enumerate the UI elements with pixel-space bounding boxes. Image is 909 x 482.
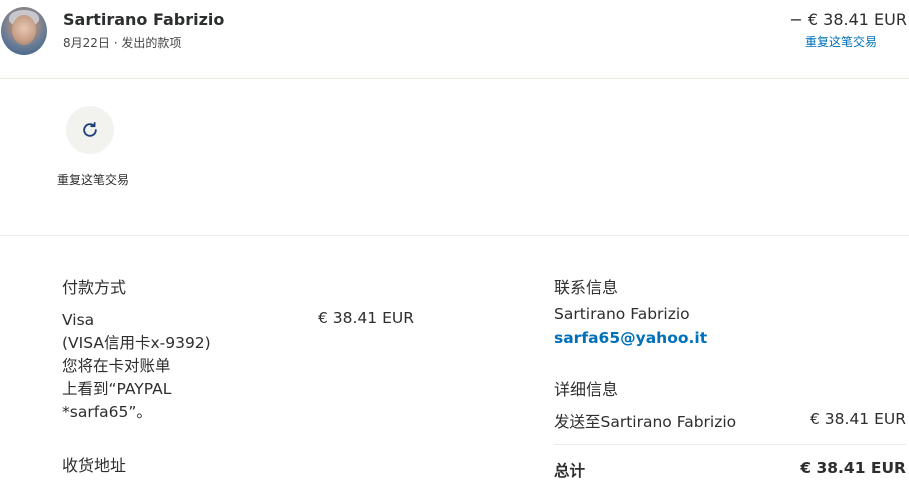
- payment-method-heading: 付款方式: [62, 278, 127, 297]
- total-amount: € 38.41 EUR: [800, 459, 906, 477]
- payment-line: *sarfa65”。: [62, 403, 152, 421]
- payment-amount: € 38.41 EUR: [318, 309, 414, 327]
- contact-email-link[interactable]: sarfa65@yahoo.it: [554, 329, 707, 347]
- repeat-transaction-link[interactable]: 重复这笔交易: [805, 33, 877, 50]
- payment-line: 上看到“PAYPAL: [62, 380, 172, 398]
- avatar-face: [12, 15, 36, 45]
- details-divider: [554, 444, 906, 445]
- payment-line: (VISA信用卡x-9392): [62, 334, 211, 352]
- contact-name: Sartirano Fabrizio: [554, 305, 690, 323]
- transaction-detail-page: Sartirano Fabrizio 8月22日 · 发出的款项 − € 38.…: [0, 0, 909, 482]
- payment-method-details: Visa (VISA信用卡x-9392) 您将在卡对账单 上看到“PAYPAL …: [62, 309, 242, 424]
- contact-info-heading: 联系信息: [554, 278, 619, 297]
- payee-name: Sartirano Fabrizio: [63, 10, 225, 29]
- transaction-amount: − € 38.41 EUR: [789, 10, 907, 29]
- total-label: 总计: [554, 462, 586, 480]
- repeat-transaction-button[interactable]: [66, 106, 114, 154]
- avatar: [1, 7, 47, 55]
- refresh-icon: [83, 122, 97, 137]
- header-divider: [0, 78, 909, 79]
- repeat-transaction-caption: 重复这笔交易: [56, 173, 129, 187]
- details-heading: 详细信息: [554, 380, 619, 399]
- payment-line: 您将在卡对账单: [62, 357, 171, 375]
- sent-to-label: 发送至Sartirano Fabrizio: [554, 413, 737, 431]
- payment-line: Visa: [62, 311, 95, 329]
- sent-amount: € 38.41 EUR: [810, 410, 906, 428]
- shipping-address-heading: 收货地址: [62, 456, 127, 475]
- transaction-date-type: 8月22日 · 发出的款项: [63, 36, 182, 50]
- section-divider: [0, 235, 909, 236]
